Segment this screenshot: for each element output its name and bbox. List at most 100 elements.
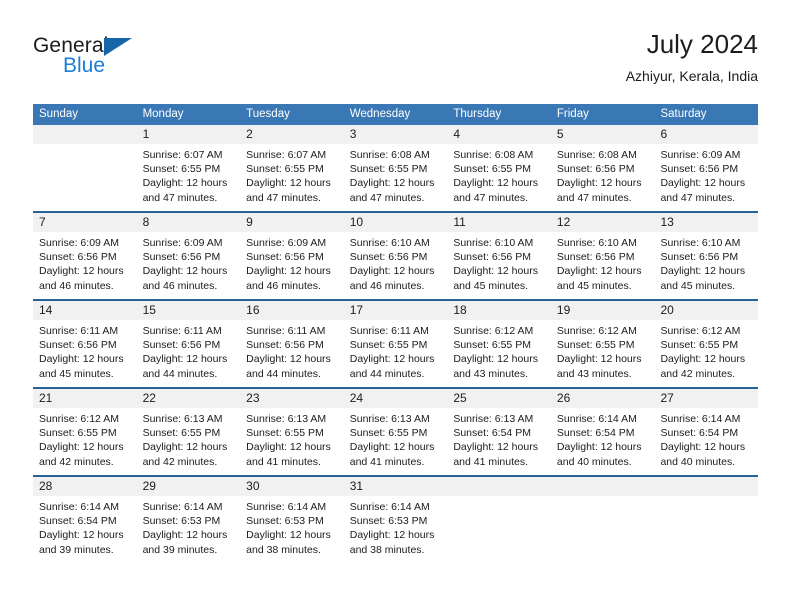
- day-daylight-1-text: Daylight: 12 hours: [246, 441, 331, 454]
- day-cell-27[interactable]: 27 Sunrise: 6:14 AM Sunset: 6:54 PM Dayligh…: [654, 389, 759, 475]
- date-number: 22: [142, 391, 156, 405]
- date-band: 17: [343, 301, 448, 320]
- day-cell-10[interactable]: 10 Sunrise: 6:10 AM Sunset: 6:56 PM Dayligh…: [343, 213, 448, 299]
- day-sunrise-text: Sunrise: 6:13 AM: [246, 413, 327, 425]
- day-cell-25[interactable]: 25 Sunrise: 6:13 AM Sunset: 6:54 PM Dayligh…: [447, 389, 551, 475]
- day-details: Sunrise: 6:12 AM Sunset: 6:55 PM Daylight:…: [550, 320, 655, 387]
- day-daylight-2-text: and 38 minutes.: [349, 543, 425, 556]
- day-sunrise-text: Sunrise: 6:08 AM: [453, 149, 534, 161]
- day-cell-1[interactable]: 1 Sunrise: 6:07 AM Sunset: 6:55 PM Daylight…: [136, 125, 241, 211]
- date-band: 4: [447, 125, 551, 144]
- day-daylight-2-text: and 42 minutes.: [39, 455, 114, 468]
- day-daylight-2-text: and 41 minutes.: [349, 455, 425, 468]
- day-cell-3[interactable]: 3 Sunrise: 6:08 AM Sunset: 6:55 PM Daylight…: [343, 125, 448, 211]
- day-daylight-2-text: and 46 minutes.: [39, 279, 114, 292]
- date-band: 27: [654, 389, 759, 408]
- day-sunset-text: Sunset: 6:56 PM: [556, 251, 635, 264]
- day-sunrise-text: Sunrise: 6:09 AM: [142, 237, 223, 249]
- day-details: [550, 496, 655, 563]
- day-cell-4[interactable]: 4 Sunrise: 6:08 AM Sunset: 6:55 PM Daylight…: [447, 125, 551, 211]
- day-sunset-text: Sunset: 6:55 PM: [142, 163, 221, 176]
- date-band: 23: [240, 389, 344, 408]
- day-sunset-text: Sunset: 6:55 PM: [39, 427, 117, 440]
- day-cell-2[interactable]: 2 Sunrise: 6:07 AM Sunset: 6:55 PM Daylight…: [240, 125, 344, 211]
- day-sunrise-text: Sunrise: 6:14 AM: [142, 501, 223, 513]
- date-band: 3: [343, 125, 448, 144]
- day-cell-30[interactable]: 30 Sunrise: 6:14 AM Sunset: 6:53 PM Dayligh…: [240, 477, 344, 563]
- day-daylight-1-text: Daylight: 12 hours: [39, 265, 124, 278]
- weekday-header-saturday: Saturday: [660, 108, 707, 120]
- day-cell-12[interactable]: 12 Sunrise: 6:10 AM Sunset: 6:56 PM Dayligh…: [550, 213, 655, 299]
- date-number: 10: [349, 215, 364, 229]
- day-daylight-1-text: Daylight: 12 hours: [453, 265, 538, 278]
- day-sunset-text: Sunset: 6:55 PM: [142, 427, 221, 440]
- date-number: 29: [142, 479, 156, 493]
- day-cell-19[interactable]: 19 Sunrise: 6:12 AM Sunset: 6:55 PM Dayligh…: [550, 301, 655, 387]
- day-cell-31[interactable]: 31 Sunrise: 6:14 AM Sunset: 6:53 PM Dayligh…: [343, 477, 448, 563]
- day-cell-16[interactable]: 16 Sunrise: 6:11 AM Sunset: 6:56 PM Dayligh…: [240, 301, 344, 387]
- day-cell-21[interactable]: 21 Sunrise: 6:12 AM Sunset: 6:55 PM Dayligh…: [33, 389, 137, 475]
- day-sunrise-text: Sunrise: 6:10 AM: [660, 237, 741, 249]
- day-cell-15[interactable]: 15 Sunrise: 6:11 AM Sunset: 6:56 PM Dayligh…: [136, 301, 241, 387]
- day-sunset-text: Sunset: 6:56 PM: [556, 163, 635, 176]
- day-cell-13[interactable]: 13 Sunrise: 6:10 AM Sunset: 6:56 PM Dayligh…: [654, 213, 759, 299]
- day-daylight-1-text: Daylight: 12 hours: [246, 353, 331, 366]
- day-cell-18[interactable]: 18 Sunrise: 6:12 AM Sunset: 6:55 PM Dayligh…: [447, 301, 551, 387]
- calendar-week-row: 7 Sunrise: 6:09 AM Sunset: 6:56 PM Daylight…: [33, 211, 759, 299]
- day-sunset-text: Sunset: 6:56 PM: [142, 251, 221, 264]
- day-cell-28[interactable]: 28 Sunrise: 6:14 AM Sunset: 6:54 PM Dayligh…: [33, 477, 137, 563]
- date-number: 14: [39, 303, 53, 317]
- week-cells: 14 Sunrise: 6:11 AM Sunset: 6:56 PM Dayligh…: [33, 301, 759, 387]
- day-details: Sunrise: 6:10 AM Sunset: 6:56 PM Daylight:…: [343, 232, 448, 299]
- weekday-header-row: Sunday Monday Tuesday Wednesday Thursday Frid…: [33, 104, 758, 125]
- calendar-weeks: 1 Sunrise: 6:07 AM Sunset: 6:55 PM Daylight…: [33, 125, 759, 563]
- day-cell-11[interactable]: 11 Sunrise: 6:10 AM Sunset: 6:56 PM Dayligh…: [447, 213, 551, 299]
- date-number: 11: [453, 215, 466, 229]
- week-cells: 7 Sunrise: 6:09 AM Sunset: 6:56 PM Daylight…: [33, 213, 759, 299]
- date-number: 8: [142, 215, 150, 229]
- date-number: 2: [246, 127, 253, 141]
- day-cell-5[interactable]: 5 Sunrise: 6:08 AM Sunset: 6:56 PM Daylight…: [550, 125, 655, 211]
- date-number: 7: [39, 215, 46, 229]
- day-daylight-2-text: and 44 minutes.: [246, 367, 321, 380]
- calendar-page: General Blue July 2024 Azhiyur, Kerala, …: [0, 0, 792, 612]
- day-details: Sunrise: 6:14 AM Sunset: 6:53 PM Daylight:…: [343, 496, 448, 563]
- date-number: 24: [349, 391, 364, 405]
- day-daylight-1-text: Daylight: 12 hours: [453, 441, 538, 454]
- day-cell-9[interactable]: 9 Sunrise: 6:09 AM Sunset: 6:56 PM Daylight…: [240, 213, 344, 299]
- day-cell-8[interactable]: 8 Sunrise: 6:09 AM Sunset: 6:56 PM Daylight…: [136, 213, 241, 299]
- day-sunrise-text: Sunrise: 6:11 AM: [246, 325, 326, 337]
- date-number: 5: [556, 127, 564, 141]
- day-cell-29[interactable]: 29 Sunrise: 6:14 AM Sunset: 6:53 PM Dayligh…: [136, 477, 241, 563]
- day-sunset-text: Sunset: 6:53 PM: [142, 515, 221, 528]
- day-cell-24[interactable]: 24 Sunrise: 6:13 AM Sunset: 6:55 PM Dayligh…: [343, 389, 448, 475]
- day-sunrise-text: Sunrise: 6:10 AM: [453, 237, 534, 249]
- logo-text-blue: Blue: [63, 54, 106, 77]
- day-cell-6[interactable]: 6 Sunrise: 6:09 AM Sunset: 6:56 PM Daylight…: [654, 125, 759, 211]
- day-cell-22[interactable]: 22 Sunrise: 6:13 AM Sunset: 6:55 PM Dayligh…: [136, 389, 241, 475]
- date-number: 15: [142, 303, 156, 317]
- day-daylight-2-text: and 45 minutes.: [39, 367, 114, 380]
- day-cell-7[interactable]: 7 Sunrise: 6:09 AM Sunset: 6:56 PM Daylight…: [33, 213, 137, 299]
- day-details: Sunrise: 6:11 AM Sunset: 6:55 PM Daylight:…: [343, 320, 448, 387]
- date-band: 28: [33, 477, 137, 496]
- day-sunset-text: Sunset: 6:55 PM: [660, 339, 739, 352]
- day-details: Sunrise: 6:13 AM Sunset: 6:55 PM Daylight:…: [343, 408, 448, 475]
- date-band: 12: [550, 213, 655, 232]
- day-sunrise-text: Sunrise: 6:07 AM: [246, 149, 327, 161]
- day-daylight-2-text: and 45 minutes.: [660, 279, 736, 292]
- day-sunrise-text: Sunrise: 6:08 AM: [349, 149, 430, 161]
- day-cell-26[interactable]: 26 Sunrise: 6:14 AM Sunset: 6:54 PM Dayligh…: [550, 389, 655, 475]
- day-daylight-2-text: and 47 minutes.: [349, 191, 425, 204]
- day-sunset-text: Sunset: 6:56 PM: [39, 251, 117, 264]
- day-cell-20[interactable]: 20 Sunrise: 6:12 AM Sunset: 6:55 PM Dayligh…: [654, 301, 759, 387]
- date-band: 10: [343, 213, 448, 232]
- weekday-header-tuesday: Tuesday: [246, 108, 290, 120]
- day-cell-17[interactable]: 17 Sunrise: 6:11 AM Sunset: 6:55 PM Dayligh…: [343, 301, 448, 387]
- calendar-week-row: 28 Sunrise: 6:14 AM Sunset: 6:54 PM Dayligh…: [33, 475, 759, 563]
- general-blue-logo[interactable]: General Blue: [33, 34, 233, 86]
- day-cell-14[interactable]: 14 Sunrise: 6:11 AM Sunset: 6:56 PM Dayligh…: [33, 301, 137, 387]
- day-cell-23[interactable]: 23 Sunrise: 6:13 AM Sunset: 6:55 PM Dayligh…: [240, 389, 344, 475]
- date-number: 23: [246, 391, 260, 405]
- date-band: 25: [447, 389, 551, 408]
